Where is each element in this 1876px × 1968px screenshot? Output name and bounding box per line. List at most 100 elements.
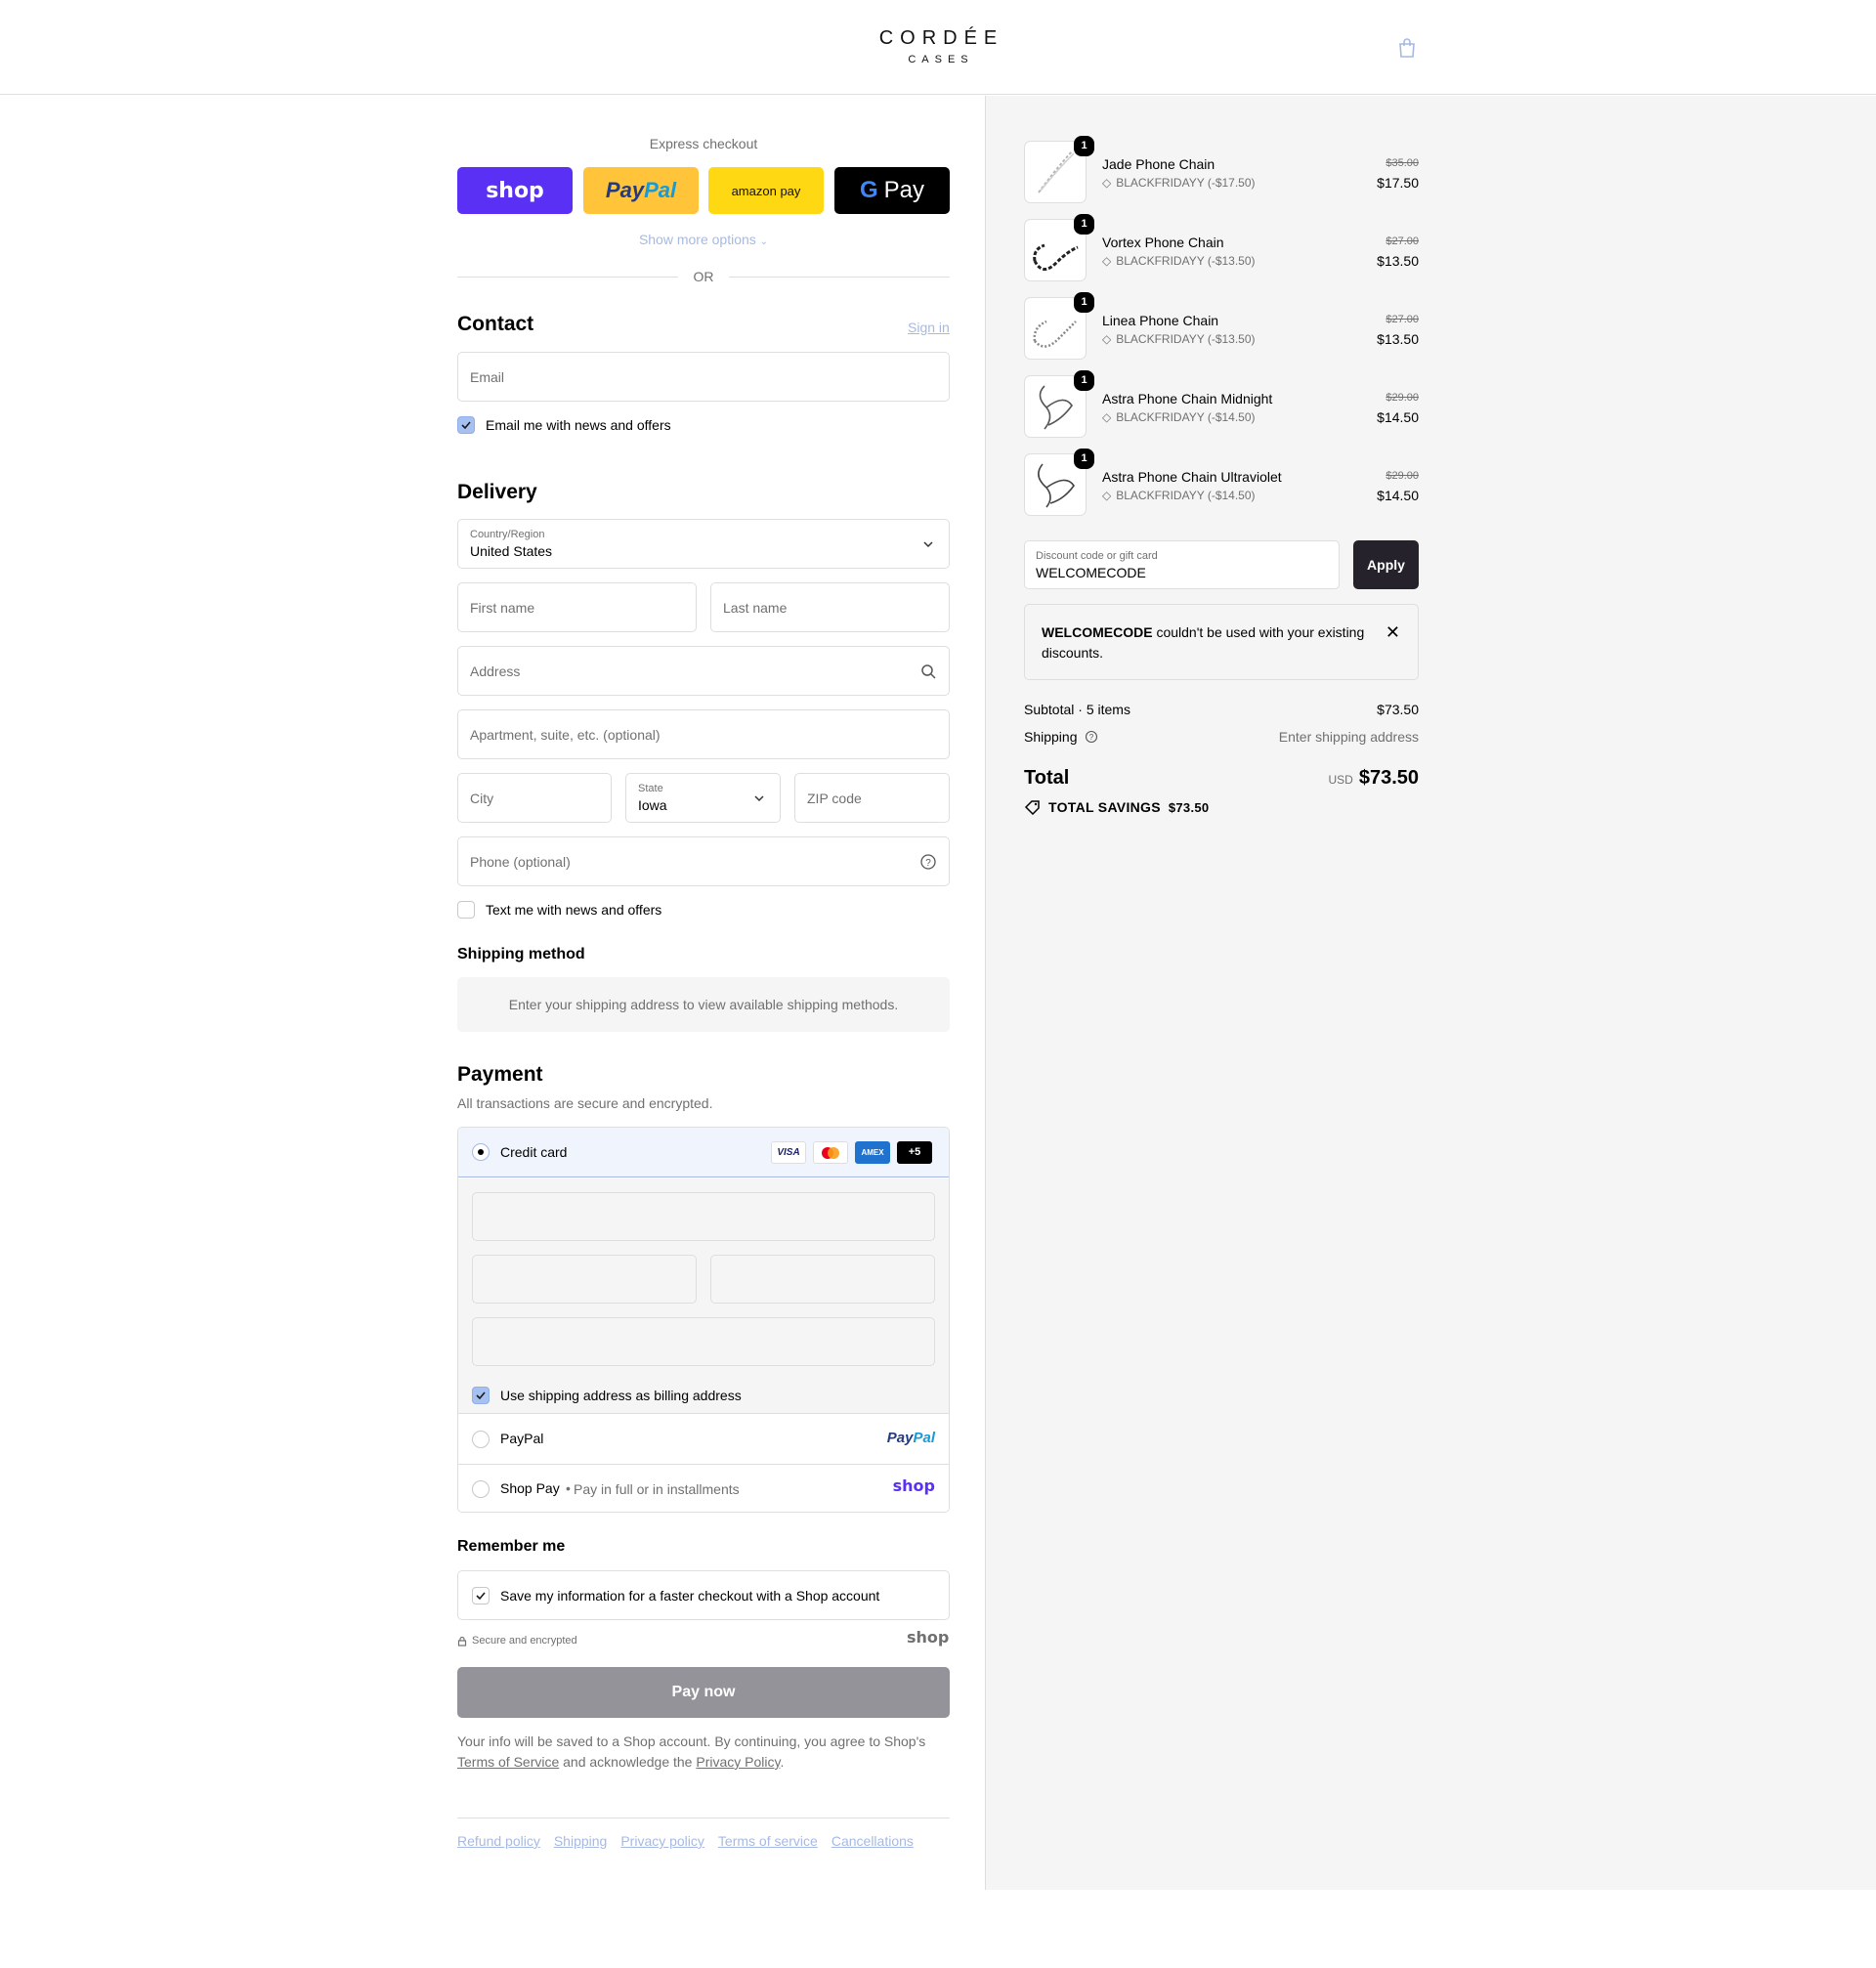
lock-icon [457,1636,467,1647]
payment-methods: Credit card VISA AMEX +5 Use shipping ad… [457,1127,950,1513]
credit-card-label: Credit card [500,1144,568,1160]
express-checkout-title: Express checkout [649,136,758,151]
paypal-radio[interactable] [472,1431,490,1448]
billing-address-checkbox[interactable] [472,1387,490,1404]
item-name: Linea Phone Chain [1102,313,1219,328]
shop-pay-radio[interactable] [472,1480,490,1498]
first-name-field[interactable]: First name [457,582,697,632]
billing-address-label: Use shipping address as billing address [500,1388,742,1403]
shop-pay-button[interactable]: shop [457,167,573,214]
credit-card-radio[interactable] [472,1143,490,1161]
text-news-checkbox-row[interactable]: Text me with news and offers [457,901,661,919]
country-label: Country/Region [470,529,545,540]
apartment-field[interactable]: Apartment, suite, etc. (optional) [457,709,950,759]
email-news-checkbox[interactable] [457,416,475,434]
quantity-badge: 1 [1074,292,1094,313]
item-name: Vortex Phone Chain [1102,235,1224,250]
tag-icon: ◇ [1102,410,1112,424]
phone-field[interactable]: Phone (optional) ? [457,836,950,886]
tag-icon: ◇ [1102,176,1112,190]
credit-card-option[interactable]: Credit card VISA AMEX +5 [458,1128,949,1177]
quantity-badge: 1 [1074,449,1094,469]
cancellations-link[interactable]: Cancellations [831,1833,914,1849]
country-select[interactable]: Country/Region United States [457,519,950,569]
brand-name: CORDÉE [878,27,1004,49]
brand-subtitle: CASES [908,54,974,65]
shipping-policy-link[interactable]: Shipping [554,1833,608,1849]
card-number-field[interactable] [472,1192,935,1241]
address-field[interactable]: Address [457,646,950,696]
subtotal-label: Subtotal · 5 items [1024,702,1130,717]
item-price: $13.50 [1377,253,1419,269]
payment-title: Payment [457,1063,543,1086]
cart-item: 1 Astra Phone Chain Midnight ◇ BLACKFRIDA… [1024,370,1419,440]
cart-item: 1 Jade Phone Chain ◇ BLACKFRIDAYY (-$17.5… [1024,136,1419,205]
discount-code-field[interactable]: Discount code or gift card WELCOMECODE [1024,540,1340,589]
quantity-badge: 1 [1074,370,1094,391]
last-name-placeholder: Last name [723,600,788,616]
remember-me-box: Save my information for a faster checkou… [457,1570,950,1620]
discount-error-notice: WELCOMECODE couldn't be used with your e… [1024,604,1419,680]
mastercard-circles [822,1147,839,1159]
item-original-price: $27.00 [1386,314,1419,325]
item-discount-label: BLACKFRIDAYY (-$14.50) [1116,489,1256,502]
amazon-pay-button[interactable]: amazon pay [708,167,824,214]
state-value: Iowa [638,797,667,813]
paypal-label: PayPal [500,1431,544,1446]
show-more-options-link[interactable]: Show more options ⌄ [457,232,950,247]
address-placeholder: Address [470,663,521,679]
country-value: United States [470,543,553,559]
email-field[interactable]: Email [457,352,950,402]
apply-discount-button[interactable]: Apply [1353,540,1419,589]
save-info-checkbox[interactable] [472,1587,490,1604]
privacy-policy-link[interactable]: Privacy Policy [696,1754,780,1770]
help-icon[interactable]: ? [1085,730,1098,744]
last-name-field[interactable]: Last name [710,582,950,632]
google-pay-button[interactable]: G Pay [834,167,950,214]
shipping-method-notice: Enter your shipping address to view avai… [457,977,950,1032]
shop-pay-option[interactable]: Shop Pay • Pay in full or in installment… [458,1464,949,1512]
city-field[interactable]: City [457,773,612,823]
brand-logo[interactable]: CORDÉE CASES [860,27,1016,65]
card-expiry-field[interactable] [472,1255,697,1304]
privacy-policy-footer-link[interactable]: Privacy policy [620,1833,704,1849]
zip-field[interactable]: ZIP code [794,773,950,823]
email-news-checkbox-row[interactable]: Email me with news and offers [457,416,671,434]
close-icon[interactable]: ✕ [1386,622,1400,643]
secure-notice: Secure and encrypted [457,1635,577,1647]
discount-label: Discount code or gift card [1036,550,1158,562]
discount-error-message: WELCOMECODE couldn't be used with your e… [1042,622,1374,663]
shipping-value: Enter shipping address [1278,729,1419,745]
item-discount: ◇ BLACKFRIDAYY (-$13.50) [1102,332,1256,346]
shopping-bag-icon[interactable] [1396,37,1418,59]
terms-of-service-link[interactable]: Terms of Service [457,1754,559,1770]
card-cvc-field[interactable] [710,1255,935,1304]
card-name-field[interactable] [472,1317,935,1366]
total-amount: $73.50 [1358,767,1419,789]
divider-line [457,277,678,278]
paypal-button[interactable]: Pay Pal [583,167,699,214]
discount-value: WELCOMECODE [1036,565,1146,580]
item-price: $17.50 [1377,175,1419,191]
item-discount: ◇ BLACKFRIDAYY (-$14.50) [1102,410,1256,424]
state-select[interactable]: State Iowa [625,773,781,823]
paypal-option[interactable]: PayPal PayPal [458,1415,949,1464]
billing-address-checkbox-row[interactable]: Use shipping address as billing address [472,1387,742,1404]
check-icon [476,1391,486,1400]
shop-pay-dot: • [566,1480,571,1496]
text-news-checkbox[interactable] [457,901,475,919]
item-discount-label: BLACKFRIDAYY (-$13.50) [1116,332,1256,346]
google-pay-label: Pay [883,177,925,203]
shop-logo: shop [892,1476,935,1495]
delivery-title: Delivery [457,481,537,503]
shop-pay-label: Shop Pay [500,1480,560,1496]
pay-now-button[interactable]: Pay now [457,1667,950,1718]
help-icon[interactable]: ? [919,853,937,871]
total-label: Total [1024,767,1070,789]
sign-in-link[interactable]: Sign in [908,320,950,335]
save-info-checkbox-row[interactable]: Save my information for a faster checkou… [472,1587,879,1604]
secure-label: Secure and encrypted [472,1635,577,1647]
terms-of-service-footer-link[interactable]: Terms of service [718,1833,818,1849]
zip-placeholder: ZIP code [807,791,862,806]
refund-policy-link[interactable]: Refund policy [457,1833,540,1849]
